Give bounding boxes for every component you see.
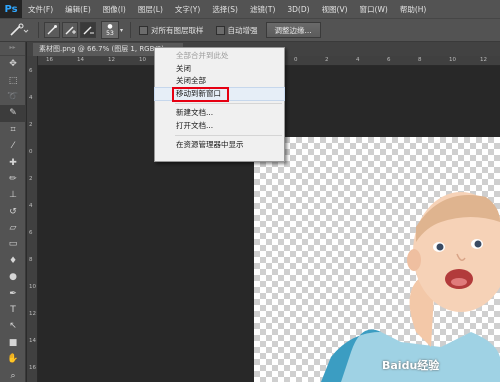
brush-new-icon bbox=[47, 25, 57, 35]
brush-icon[interactable]: ✏ bbox=[0, 171, 26, 187]
marquee-icon[interactable]: ⬚ bbox=[0, 72, 26, 88]
ruler-tick-label: 4 bbox=[29, 203, 33, 209]
new-selection-button[interactable] bbox=[44, 22, 60, 38]
path-select-icon[interactable]: ↖ bbox=[0, 318, 26, 334]
tool-preset-picker[interactable] bbox=[4, 21, 34, 39]
menu-filter[interactable]: 滤镜(T) bbox=[244, 4, 281, 15]
zoom-icon[interactable]: ⌕ bbox=[0, 367, 26, 382]
auto-enhance-option[interactable]: 自动增强 bbox=[215, 25, 258, 36]
ruler-tick-label: 12 bbox=[480, 57, 487, 63]
brush-dot-icon: ● bbox=[107, 23, 113, 30]
lasso-icon[interactable]: ➰ bbox=[0, 89, 26, 105]
menu-item-consolidate-all-here[interactable]: 全部合并到此处 bbox=[155, 50, 284, 63]
ruler-tick-label: 14 bbox=[77, 57, 84, 63]
ruler-tick-label: 10 bbox=[29, 284, 36, 290]
brush-size-value: 53 bbox=[106, 30, 114, 37]
menu-view[interactable]: 视图(V) bbox=[316, 4, 354, 15]
menu-item-open-document[interactable]: 打开文档... bbox=[155, 120, 284, 133]
hand-icon[interactable]: ✋ bbox=[0, 351, 26, 367]
ruler-tick-label: 2 bbox=[29, 122, 33, 128]
menu-select[interactable]: 选择(S) bbox=[206, 4, 244, 15]
chevron-down-icon[interactable]: ▾ bbox=[120, 27, 126, 34]
pen-icon[interactable]: ✒ bbox=[0, 285, 26, 301]
ruler-tick-label: 8 bbox=[29, 257, 33, 263]
dodge-icon[interactable]: ● bbox=[0, 269, 26, 285]
menu-item-move-to-new-window[interactable]: 移动到新窗口 bbox=[154, 86, 285, 102]
refine-edge-button[interactable]: 调整边缘... bbox=[265, 22, 321, 38]
ruler-tick-label: 6 bbox=[387, 57, 391, 63]
separator bbox=[130, 22, 131, 38]
move-icon[interactable]: ✥ bbox=[0, 56, 26, 72]
crop-icon[interactable]: ⌗ bbox=[0, 122, 26, 138]
menu-separator bbox=[175, 135, 282, 136]
baby-photo bbox=[321, 192, 500, 382]
tab-context-menu: 全部合并到此处 关闭 关闭全部 移动到新窗口 新建文档... 打开文档... 在… bbox=[154, 47, 285, 162]
menu-bar: Ps 文件(F) 编辑(E) 图像(I) 图层(L) 文字(Y) 选择(S) 滤… bbox=[0, 0, 500, 18]
menu-image[interactable]: 图像(I) bbox=[97, 4, 132, 15]
ruler-tick-label: 16 bbox=[46, 57, 53, 63]
quick-select-icon[interactable]: ✎ bbox=[0, 105, 26, 122]
ruler-tick-label: 16 bbox=[29, 365, 36, 371]
highlight-annotation-box bbox=[172, 86, 229, 102]
subtract-from-selection-button[interactable] bbox=[80, 22, 96, 38]
sample-all-layers-option[interactable]: 对所有图层取样 bbox=[139, 25, 204, 36]
auto-enhance-checkbox[interactable] bbox=[215, 25, 225, 35]
ruler-tick-label: 2 bbox=[325, 57, 329, 63]
menu-item-show-in-explorer[interactable]: 在资源管理器中显示 bbox=[155, 139, 284, 152]
brush-subtract-icon bbox=[83, 26, 94, 35]
ruler-tick-label: 0 bbox=[294, 57, 298, 63]
ruler-tick-label: 4 bbox=[356, 57, 360, 63]
blur-icon[interactable]: ♦ bbox=[0, 253, 26, 269]
quick-select-icon bbox=[10, 23, 29, 36]
menu-file[interactable]: 文件(F) bbox=[22, 4, 59, 15]
photoshop-logo: Ps bbox=[0, 0, 22, 18]
stamp-icon[interactable]: ⊥ bbox=[0, 187, 26, 203]
menu-type[interactable]: 文字(Y) bbox=[169, 4, 206, 15]
auto-enhance-label: 自动增强 bbox=[227, 25, 258, 35]
ruler-tick-label: 8 bbox=[418, 57, 422, 63]
menu-edit[interactable]: 编辑(E) bbox=[59, 4, 97, 15]
options-bar: ● 53 ▾ 对所有图层取样 自动增强 调整边缘... bbox=[0, 18, 500, 42]
ruler-tick-label: 4 bbox=[29, 95, 33, 101]
panel-grip[interactable]: ▸▸ bbox=[0, 42, 25, 56]
brush-add-icon bbox=[65, 26, 76, 35]
shape-icon[interactable]: ■ bbox=[0, 335, 26, 351]
menu-window[interactable]: 窗口(W) bbox=[354, 4, 394, 15]
history-brush-icon[interactable]: ↺ bbox=[0, 204, 26, 220]
ruler-tick-label: 12 bbox=[29, 311, 36, 317]
ruler-tick-label: 10 bbox=[449, 57, 456, 63]
ruler-tick-label: 14 bbox=[29, 338, 36, 344]
menu-item-new-document[interactable]: 新建文档... bbox=[155, 107, 284, 120]
ruler-tick-label: 6 bbox=[29, 230, 33, 236]
add-to-selection-button[interactable] bbox=[62, 22, 78, 38]
eraser-icon[interactable]: ▱ bbox=[0, 220, 26, 236]
vertical-ruler[interactable]: 6 4 2 0 2 4 6 8 10 12 14 16 bbox=[27, 56, 38, 382]
menu-3d[interactable]: 3D(D) bbox=[281, 5, 315, 14]
ruler-tick-label: 12 bbox=[108, 57, 115, 63]
ruler-tick-label: 2 bbox=[29, 176, 33, 182]
sample-all-layers-checkbox[interactable] bbox=[139, 25, 148, 35]
sample-all-layers-label: 对所有图层取样 bbox=[151, 25, 204, 35]
ruler-tick-label: 0 bbox=[29, 149, 33, 155]
baidu-watermark: Baidu经验 bbox=[382, 359, 440, 372]
type-icon[interactable]: T bbox=[0, 302, 26, 318]
menu-help[interactable]: 帮助(H) bbox=[394, 4, 433, 15]
gradient-icon[interactable]: ▭ bbox=[0, 236, 26, 252]
separator bbox=[38, 22, 39, 38]
ruler-tick-label: 6 bbox=[29, 68, 33, 74]
ruler-tick-label: 10 bbox=[139, 57, 146, 63]
brush-size-picker[interactable]: ● 53 bbox=[101, 21, 119, 39]
tools-panel: ▸▸ ✥ ⬚ ➰ ✎ ⌗ ⁄ ✚ ✏ ⊥ ↺ ▱ ▭ ♦ ● ✒ T ↖ ■ ✋… bbox=[0, 42, 26, 382]
menu-separator bbox=[175, 103, 282, 104]
healing-icon[interactable]: ✚ bbox=[0, 154, 26, 170]
eyedropper-icon[interactable]: ⁄ bbox=[0, 138, 26, 154]
menu-item-close[interactable]: 关闭 bbox=[155, 63, 284, 76]
menu-layer[interactable]: 图层(L) bbox=[132, 4, 169, 15]
